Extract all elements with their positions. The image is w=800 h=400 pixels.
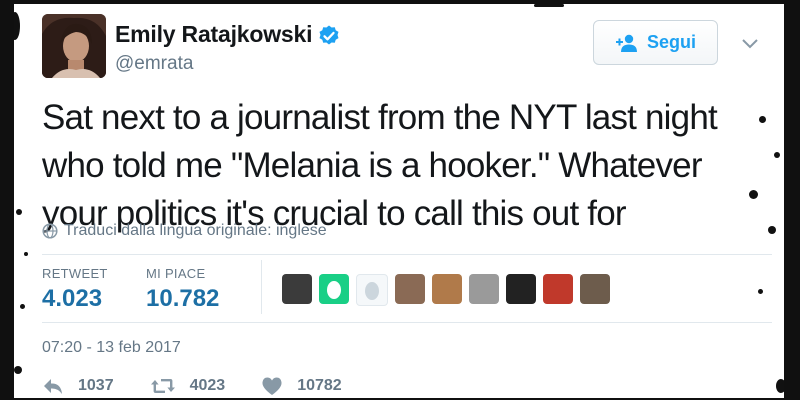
chevron-down-icon[interactable] bbox=[740, 37, 760, 51]
author-handle[interactable]: @emrata bbox=[115, 53, 193, 75]
liker-avatar[interactable] bbox=[580, 274, 610, 304]
grunge-speck bbox=[24, 252, 28, 256]
liker-avatar[interactable] bbox=[356, 274, 388, 306]
verified-badge-icon bbox=[319, 25, 339, 45]
grunge-speck bbox=[14, 12, 20, 40]
reply-icon bbox=[44, 379, 62, 394]
likers-list bbox=[282, 274, 610, 306]
grunge-speck bbox=[759, 116, 766, 123]
reply-count: 1037 bbox=[78, 377, 114, 394]
likes-stat[interactable]: MI PIACE 10.782 bbox=[146, 266, 219, 313]
likes-stat-label: MI PIACE bbox=[146, 266, 206, 281]
reply-button[interactable]: 1037 bbox=[42, 376, 114, 396]
liker-avatar[interactable] bbox=[543, 274, 573, 304]
like-button[interactable]: 10782 bbox=[261, 376, 342, 396]
follow-button-label: Segui bbox=[646, 32, 696, 52]
grunge-speck bbox=[534, 4, 564, 7]
grunge-speck bbox=[776, 379, 784, 393]
grunge-speck bbox=[14, 366, 22, 374]
liker-avatar[interactable] bbox=[506, 274, 536, 304]
liker-avatar[interactable] bbox=[282, 274, 312, 304]
globe-icon bbox=[42, 223, 58, 239]
retweet-stat[interactable]: RETWEET 4.023 bbox=[42, 266, 108, 313]
liker-avatar[interactable] bbox=[319, 274, 349, 304]
avatar-portrait bbox=[42, 14, 106, 78]
retweet-count: 4023 bbox=[189, 377, 226, 394]
grunge-speck bbox=[774, 152, 780, 158]
retweet-button[interactable]: 4023 bbox=[150, 376, 226, 396]
divider bbox=[42, 322, 772, 323]
default-egg-avatar bbox=[327, 281, 341, 299]
heart-icon bbox=[262, 377, 282, 395]
retweet-stat-label: RETWEET bbox=[42, 266, 108, 281]
liker-avatar[interactable] bbox=[469, 274, 499, 304]
retweet-stat-value: 4.023 bbox=[42, 285, 103, 312]
likes-stat-value: 10.782 bbox=[146, 285, 220, 312]
like-count: 10782 bbox=[297, 377, 342, 394]
default-egg-avatar bbox=[365, 282, 379, 300]
retweet-icon bbox=[150, 379, 175, 393]
add-user-icon bbox=[615, 34, 637, 52]
grunge-speck bbox=[749, 190, 758, 199]
tweet-card: Emily Ratajkowski @emrata Segui Sat next… bbox=[14, 4, 784, 398]
avatar[interactable] bbox=[42, 14, 106, 78]
tweet-actions: 1037 4023 10782 bbox=[42, 376, 378, 396]
divider bbox=[42, 254, 772, 255]
tweet-text: Sat next to a journalist from the NYT la… bbox=[42, 98, 718, 233]
follow-button[interactable]: Segui bbox=[593, 20, 718, 65]
grunge-speck bbox=[20, 304, 25, 309]
tweet-timestamp[interactable]: 07:20 - 13 feb 2017 bbox=[42, 339, 181, 357]
liker-avatar[interactable] bbox=[432, 274, 462, 304]
grunge-speck bbox=[758, 289, 763, 294]
translate-link[interactable]: Traduci dalla lingua originale: inglese bbox=[42, 222, 327, 240]
liker-avatar[interactable] bbox=[395, 274, 425, 304]
translate-label: Traduci dalla lingua originale: inglese bbox=[64, 222, 327, 239]
stats-separator bbox=[261, 260, 262, 314]
author-display-name[interactable]: Emily Ratajkowski bbox=[115, 21, 313, 48]
grunge-speck bbox=[16, 209, 22, 215]
grunge-speck bbox=[768, 226, 776, 234]
